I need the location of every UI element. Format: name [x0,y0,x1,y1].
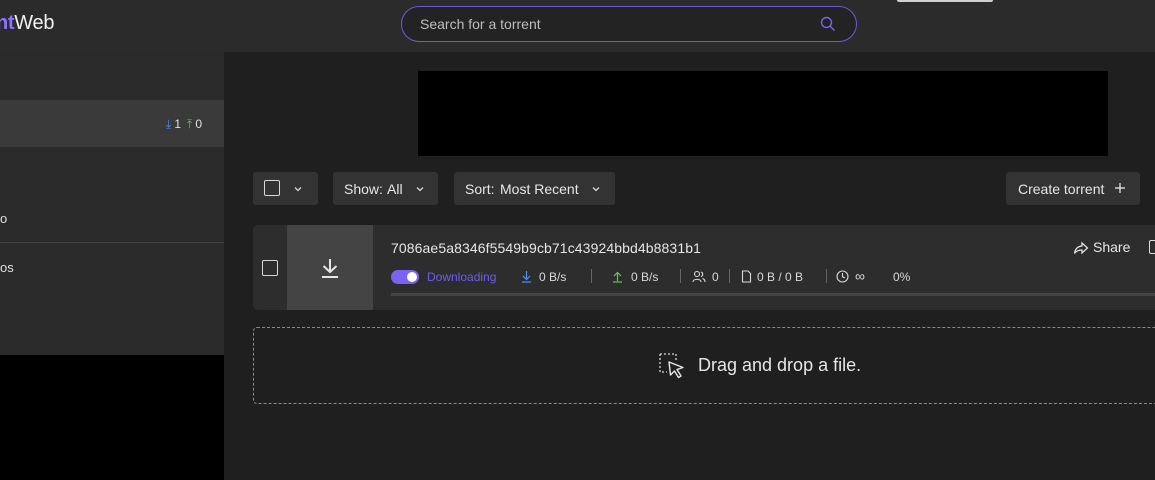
dropzone-text: Drag and drop a file. [698,355,862,375]
brand-accent: nt [0,12,15,34]
chevron-down-icon [416,187,424,192]
drag-drop-icon [659,353,684,379]
clock-icon [836,270,849,283]
top-bar: ntWeb Search for a torrent [0,0,1155,52]
app-logo[interactable]: ntWeb [0,12,54,35]
share-button[interactable]: Share [1093,239,1130,255]
delete-icon[interactable] [1149,240,1155,254]
torrent-row[interactable]: 7086ae5a8346f5549b9cb71c43924bbd4b8831b1… [253,225,1155,310]
sidebar-download-count: 1 [174,117,181,131]
sort-label: Sort: [465,181,495,197]
status-badge: Downloading [427,270,497,284]
upload-speed: 0 B/s [631,270,659,284]
select-all-checkbox[interactable] [264,180,280,196]
create-torrent-button[interactable]: Create torrent [1006,172,1140,205]
show-filter-value: All [387,181,403,197]
show-filter-dropdown[interactable]: Show: All [333,172,438,205]
download-arrow-icon: ⤓ [166,117,172,131]
brand-name: Web [14,12,55,34]
chevron-down-icon [592,187,600,192]
create-torrent-label: Create torrent [1018,181,1105,197]
torrent-thumbnail [287,225,373,310]
tooltip-edge [897,0,993,2]
stats-divider [680,269,681,283]
search-input[interactable]: Search for a torrent [401,6,857,42]
sidebar-counts: ⤓ 1 ⤒ 0 [166,117,202,132]
sidebar-item-active[interactable]: ⤓ 1 ⤒ 0 [0,100,224,147]
banner-area [418,71,1108,156]
sidebar-item-label[interactable]: o [0,211,7,226]
chevron-down-icon [294,187,302,192]
torrent-size: 0 B / 0 B [757,270,804,284]
file-icon [741,270,752,283]
share-icon [1073,241,1089,255]
upload-speed-icon [613,271,622,283]
stats-divider [591,269,592,283]
select-all-button[interactable] [253,172,318,205]
progress-bar [391,293,1155,296]
sidebar-item-label[interactable]: os [0,260,14,275]
pause-resume-toggle[interactable] [391,270,419,284]
sidebar-divider [0,242,224,243]
download-speed: 0 B/s [539,270,567,284]
download-speed-icon [522,271,531,283]
stats-divider [729,269,730,283]
sidebar: ⤓ 1 ⤒ 0 o os [0,52,224,355]
file-dropzone[interactable]: Drag and drop a file. [253,327,1155,404]
search-placeholder: Search for a torrent [420,16,541,32]
peer-count: 0 [712,270,719,284]
plus-icon [1115,183,1125,193]
eta: ∞ [855,268,865,284]
stats-divider [826,269,827,283]
search-icon[interactable] [820,16,836,32]
upload-arrow-icon: ⤒ [187,117,193,131]
download-icon [322,259,338,278]
torrent-row-checkbox[interactable] [262,260,278,276]
sort-dropdown[interactable]: Sort: Most Recent [454,172,615,205]
sort-value: Most Recent [500,181,579,197]
progress-percent: 0% [893,270,911,284]
peers-icon [692,270,706,283]
torrent-name[interactable]: 7086ae5a8346f5549b9cb71c43924bbd4b8831b1 [391,240,701,256]
sidebar-upload-count: 0 [195,117,202,131]
show-filter-label: Show: [344,181,383,197]
sidebar-empty-area [0,355,224,480]
